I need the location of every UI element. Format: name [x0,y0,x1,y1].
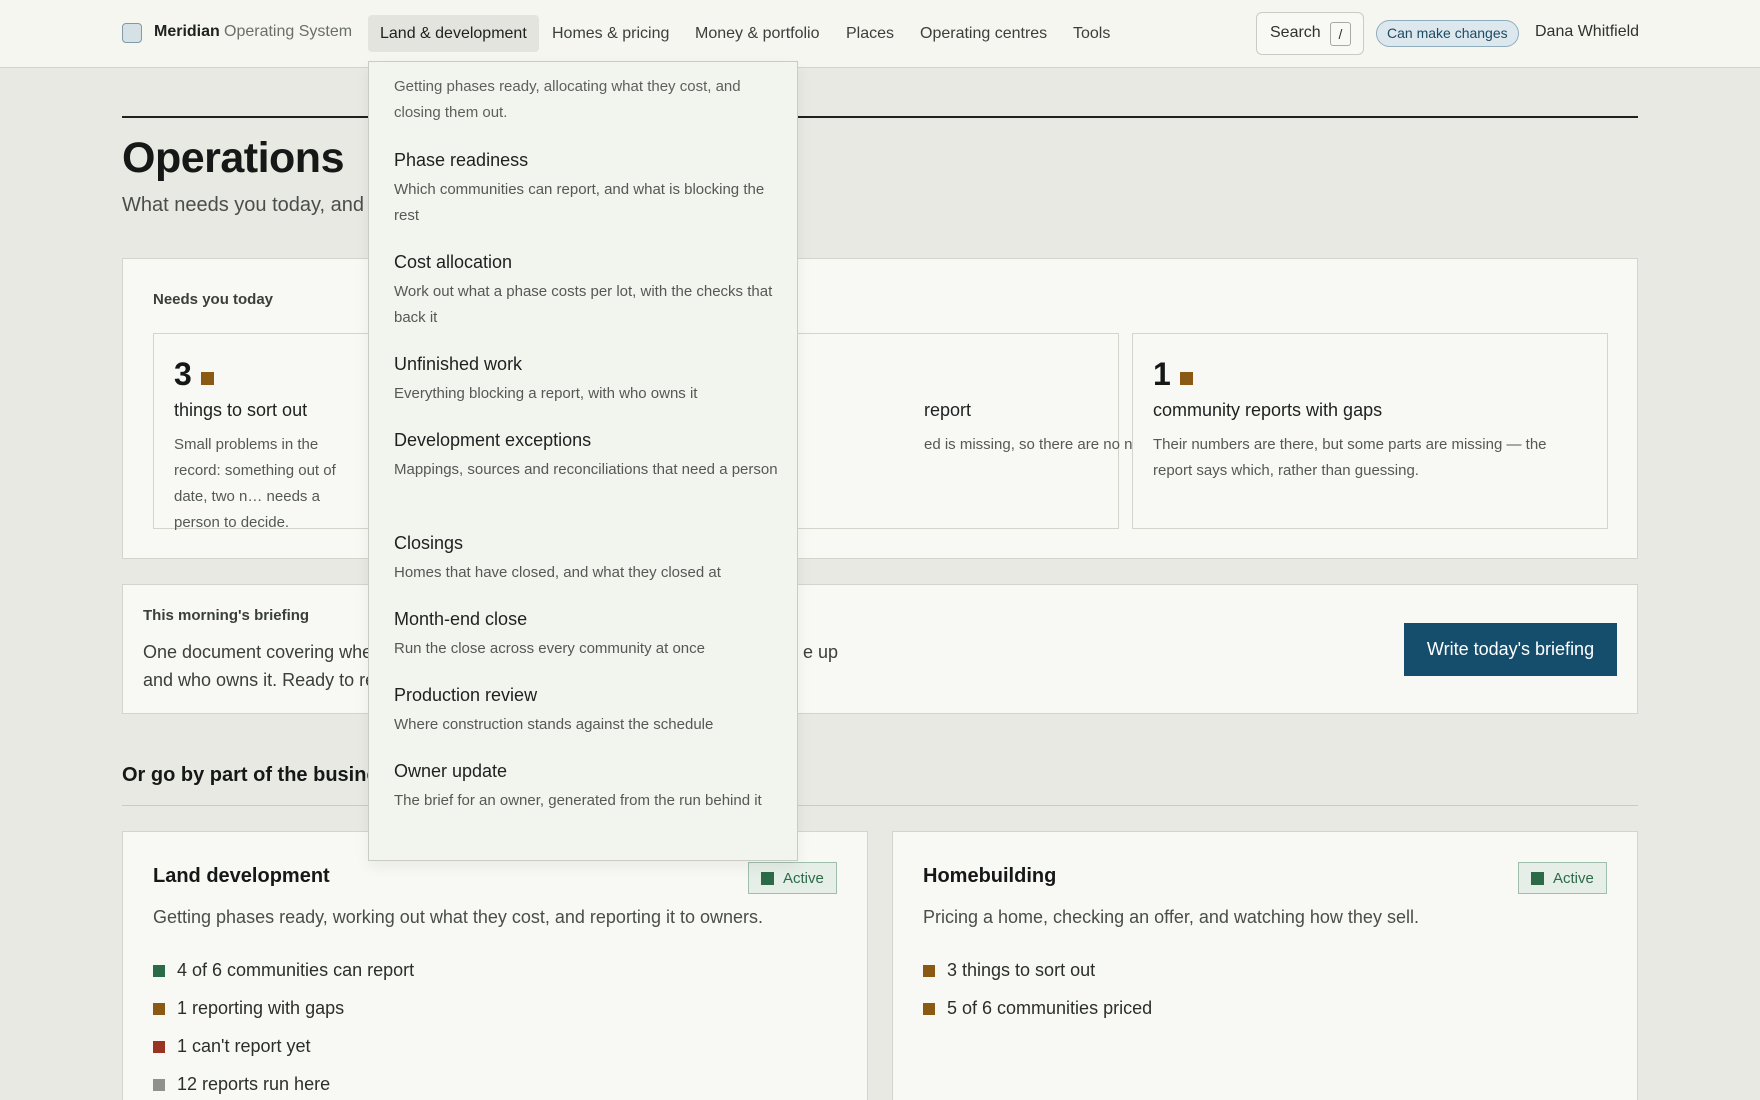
list-item-text: 3 things to sort out [947,960,1096,980]
section-title: Or go by part of the busine [122,764,378,786]
menu-item-title: Owner update [394,761,508,781]
list-item: 1 can't report yet [153,1036,414,1074]
nav-operating-centres[interactable]: Operating centres [908,15,1059,52]
list-item-text: 5 of 6 communities priced [947,998,1153,1018]
need-title: community reports with gaps [1153,400,1383,420]
list-item: 4 of 6 communities can report [153,960,414,998]
brand-name[interactable]: Meridian [154,23,220,41]
briefing-panel: This morning's briefing One document cov… [122,584,1638,714]
status-square-icon [153,1041,165,1053]
nav-tools[interactable]: Tools [1061,15,1122,52]
land-development-dropdown: Getting phases ready, allocating what th… [368,61,798,861]
status-square-icon [153,1079,165,1091]
search-button[interactable]: Search / [1256,12,1364,55]
menu-item-description: Which communities can report, and what i… [394,181,765,224]
menu-item-title: Phase readiness [394,150,529,170]
nav-places[interactable]: Places [834,15,906,52]
menu-item-closings[interactable]: Closings Homes that have closed, and wha… [394,531,779,586]
list-item-text: 1 reporting with gaps [177,998,345,1018]
menu-item-production-review[interactable]: Production review Where construction sta… [394,683,779,738]
list-item: 3 things to sort out [923,960,1152,998]
status-square-icon [153,965,165,977]
status-square-icon [923,1003,935,1015]
menu-item-title: Month-end close [394,609,528,629]
status-badge: Active [1518,862,1607,894]
area-description: Pricing a home, checking an offer, and w… [923,907,1419,927]
menu-item-title: Cost allocation [394,252,513,272]
list-item: 12 reports run here [153,1074,414,1100]
page-subtitle: What needs you today, and [122,194,365,216]
status-badge: Active [748,862,837,894]
status-square-icon [153,1003,165,1015]
area-description: Getting phases ready, working out what t… [153,907,763,927]
list-item-text: 1 can't report yet [177,1036,311,1056]
list-item-text: 12 reports run here [177,1074,331,1094]
status-label: Active [783,870,824,887]
permission-badge: Can make changes [1376,20,1519,47]
search-shortcut-key: / [1330,22,1351,46]
briefing-text-tail: e up [803,642,839,662]
menu-item-description: Where construction stands against the sc… [394,716,714,733]
page-title: Operations [122,134,345,182]
need-count: 1 [1153,356,1171,392]
dropdown-intro: Getting phases ready, allocating what th… [394,78,741,121]
area-card-homebuilding[interactable]: Homebuilding Active Pricing a home, chec… [892,831,1638,1100]
need-count: 3 [174,356,192,392]
menu-item-description: Work out what a phase costs per lot, wit… [394,283,773,326]
top-bar: Meridian Operating System Land & develop… [0,0,1760,68]
briefing-text-line2: and who owns it. Ready to re [143,670,376,690]
menu-item-description: Everything blocking a report, with who o… [394,385,698,402]
brand-subtitle: Operating System [224,23,353,40]
nav-land-development[interactable]: Land & development [368,15,539,52]
need-title: things to sort out [174,400,308,420]
menu-item-cost-allocation[interactable]: Cost allocation Work out what a phase co… [394,250,779,331]
area-metrics-list: 3 things to sort out 5 of 6 communities … [923,960,1152,1036]
search-label: Search [1270,24,1321,41]
need-description: Small problems in the record: something … [174,436,336,531]
menu-item-description: The brief for an owner, generated from t… [394,792,762,809]
warning-square-icon [1180,372,1193,385]
write-briefing-button[interactable]: Write today's briefing [1404,623,1617,676]
user-menu[interactable]: Dana Whitfield [1535,23,1639,41]
need-card-reports-with-gaps[interactable]: 1 community reports with gaps Their numb… [1132,333,1608,529]
list-item-text: 4 of 6 communities can report [177,960,415,980]
list-item: 5 of 6 communities priced [923,998,1152,1036]
menu-item-phase-readiness[interactable]: Phase readiness Which communities can re… [394,148,779,229]
section-rule [122,805,1638,806]
menu-item-description: Homes that have closed, and what they cl… [394,564,721,581]
menu-item-month-end-close[interactable]: Month-end close Run the close across eve… [394,607,779,662]
list-item: 1 reporting with gaps [153,998,414,1036]
logo-icon[interactable] [122,23,142,43]
heading-rule [122,116,1638,118]
status-square-icon [923,965,935,977]
area-metrics-list: 4 of 6 communities can report 1 reportin… [153,960,414,1100]
status-label: Active [1553,870,1594,887]
briefing-text-line1: One document covering whe [143,642,373,662]
area-title: Homebuilding [923,865,1057,887]
menu-item-owner-update[interactable]: Owner update The brief for an owner, gen… [394,759,779,814]
area-card-land-development[interactable]: Land development Active Getting phases r… [122,831,868,1100]
needs-today-label: Needs you today [153,291,274,308]
menu-item-description: Mappings, sources and reconciliations th… [394,461,778,478]
nav-money-portfolio[interactable]: Money & portfolio [683,15,832,52]
warning-square-icon [201,372,214,385]
briefing-label: This morning's briefing [143,607,310,624]
menu-item-description: Run the close across every community at … [394,640,705,657]
menu-item-title: Closings [394,533,464,553]
need-title: report [924,400,972,420]
menu-item-title: Production review [394,685,538,705]
need-description: Their numbers are there, but some parts … [1153,436,1547,479]
menu-item-development-exceptions[interactable]: Development exceptions Mappings, sources… [394,428,779,483]
nav-homes-pricing[interactable]: Homes & pricing [540,15,681,52]
menu-item-title: Unfinished work [394,354,523,374]
menu-item-title: Development exceptions [394,430,592,450]
needs-today-panel: Needs you today 3 things to sort out Sma… [122,258,1638,559]
menu-item-unfinished-work[interactable]: Unfinished work Everything blocking a re… [394,352,779,407]
status-dot-icon [761,872,774,885]
area-title: Land development [153,865,330,887]
status-dot-icon [1531,872,1544,885]
